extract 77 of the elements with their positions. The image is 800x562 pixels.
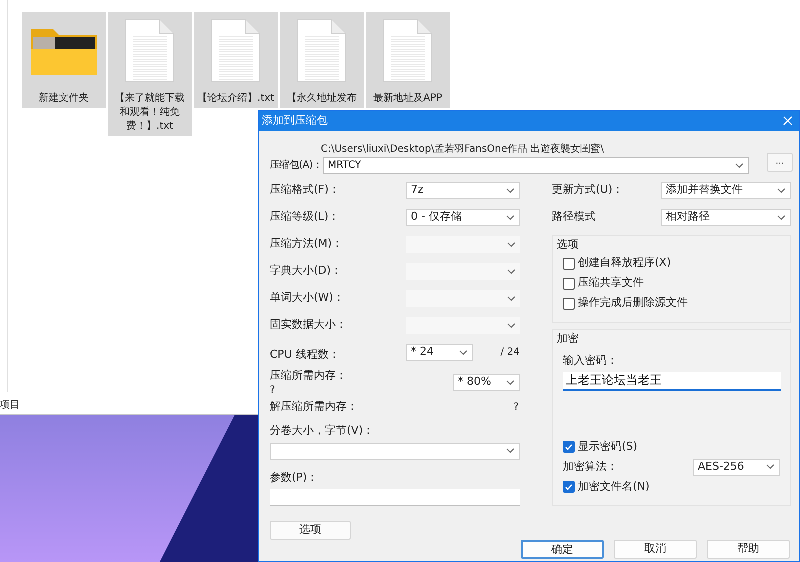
field-label: 压缩方法(M)：	[270, 236, 344, 252]
dialog-button[interactable]: 确定	[521, 540, 604, 559]
field-label: 压缩所需内存：	[270, 368, 347, 384]
dropdown[interactable]: 7z	[406, 182, 520, 199]
dialog-title: 添加到压缩包	[262, 112, 328, 129]
password-input[interactable]: 上老王论坛当老王	[563, 372, 781, 391]
chevron-down-icon	[506, 214, 515, 220]
text-file-icon	[297, 19, 347, 83]
group-title: 加密	[557, 331, 580, 347]
dropdown[interactable]: 添加并替换文件	[661, 182, 791, 199]
chevron-down-icon	[459, 350, 468, 356]
field-label: CPU 线程数：	[270, 348, 340, 360]
checkbox[interactable]	[563, 441, 575, 453]
close-icon[interactable]	[783, 116, 793, 126]
chevron-down-icon	[507, 242, 516, 248]
field-label: 解压缩所需内存：	[270, 398, 358, 415]
field-label: 压缩等级(L)：	[270, 209, 340, 226]
file-item[interactable]: 【论坛介绍】.txt	[194, 12, 278, 108]
checkbox[interactable]	[563, 278, 575, 290]
archive-name-combo[interactable]: MRTCY	[323, 157, 749, 174]
chevron-down-icon	[506, 380, 515, 386]
file-item[interactable]: 【永久地址发布	[280, 12, 364, 108]
archive-path: C:\Users\liuxi\Desktop\孟若羽FansOne作品 出遊夜襲女閨蜜\	[321, 143, 606, 157]
chevron-down-icon	[506, 188, 515, 194]
group-title: 选项	[557, 237, 580, 253]
parameters-input[interactable]	[270, 489, 520, 506]
chevron-down-icon	[507, 268, 516, 274]
checkbox[interactable]	[563, 258, 575, 270]
dropdown[interactable]: 相对路径	[661, 209, 791, 226]
chevron-down-icon	[777, 188, 786, 194]
file-name: 【来了就能下载和观看！纯免费！】.txt	[114, 92, 186, 134]
checkbox-label: 创建自释放程序(X)	[578, 255, 672, 272]
field-label: 更新方式(U)：	[552, 182, 624, 198]
file-item[interactable]: 最新地址及APP	[366, 12, 450, 108]
dropdown[interactable]: * 24	[406, 344, 473, 361]
browse-button[interactable]: ...	[767, 153, 793, 172]
field-label: 固实数据大小：	[270, 317, 347, 334]
checkbox[interactable]	[563, 298, 575, 310]
checkbox[interactable]	[563, 481, 575, 493]
memory-value: ?	[270, 384, 276, 396]
thread-total: / 24	[500, 346, 520, 360]
dropdown[interactable]: AES-256	[693, 458, 780, 476]
dialog-button[interactable]: 取消	[614, 540, 697, 559]
field-label: 路径模式	[552, 209, 596, 226]
field-label: 输入密码：	[563, 352, 619, 368]
checkbox-label: 加密文件名(N)	[578, 478, 650, 495]
status-text: 项目	[0, 399, 20, 413]
memory-value: ?	[514, 400, 519, 414]
file-name: 【论坛介绍】.txt	[196, 92, 276, 106]
checkbox-label: 压缩共享文件	[578, 275, 644, 292]
file-name: 新建文件夹	[38, 92, 90, 106]
file-name: 最新地址及APP	[372, 92, 444, 106]
file-item[interactable]: 【来了就能下载和观看！纯免费！】.txt	[108, 12, 192, 136]
checkbox-label: 显示密码(S)	[578, 438, 638, 455]
field-label: 单词大小(W)：	[270, 290, 344, 306]
field-label: 字典大小(D)：	[270, 263, 342, 280]
file-name: 【永久地址发布	[286, 92, 358, 106]
chevron-down-icon	[506, 448, 515, 454]
chevron-down-icon	[777, 214, 786, 220]
checkbox-label: 操作完成后删除源文件	[578, 295, 688, 312]
text-file-icon	[125, 19, 175, 83]
field-label: 参数(P)：	[270, 470, 320, 486]
options-button[interactable]: 选项	[270, 521, 351, 540]
dropdown[interactable]: * 80%	[453, 374, 520, 391]
file-item[interactable]: 新建文件夹	[22, 12, 106, 108]
field-label: 压缩格式(F)：	[270, 182, 340, 198]
chevron-down-icon	[507, 296, 516, 302]
field-label: 加密算法：	[563, 458, 618, 475]
dialog-button[interactable]: 帮助	[707, 540, 790, 559]
chevron-down-icon	[507, 322, 516, 328]
text-file-icon	[211, 19, 261, 83]
field-label: 压缩包(A)：	[270, 158, 321, 173]
text-file-icon	[383, 19, 433, 83]
chevron-down-icon	[735, 162, 744, 168]
field-label: 分卷大小，字节(V)：	[270, 423, 376, 439]
chevron-down-icon	[766, 464, 775, 470]
dropdown[interactable]: 0 - 仅存储	[406, 209, 520, 226]
